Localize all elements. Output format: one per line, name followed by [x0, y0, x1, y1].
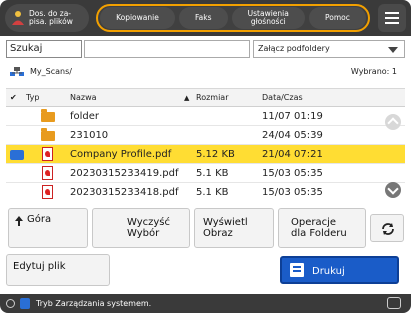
tab-volume-settings[interactable]: Ustawienia głośności [231, 7, 305, 29]
table-row[interactable]: folder 11/07 01:19 [6, 107, 405, 126]
hamburger-menu-button[interactable] [378, 4, 406, 32]
status-text: Tryb Zarządzania systemem. [36, 299, 152, 308]
top-bar: Dos. do za- pisa. plików Kopiowanie Faks… [0, 0, 411, 36]
clear-selection-label: Wyczyść Wybór [127, 217, 171, 239]
print-icon [290, 263, 304, 277]
scroll-down-button[interactable] [385, 182, 401, 198]
column-header-type[interactable]: Typ [26, 89, 39, 107]
print-button[interactable]: Drukuj [280, 256, 399, 284]
file-name: 20230315233418.pdf [70, 187, 179, 198]
network-folder-icon [10, 67, 24, 76]
selected-marker-icon [10, 150, 24, 160]
print-label: Drukuj [312, 266, 345, 277]
current-path: My_Scans/ [30, 67, 72, 76]
select-all-check-icon[interactable]: ✔ [10, 89, 17, 107]
document-user-icon [12, 11, 24, 25]
file-table: ✔ Typ Nazwa ▲ Rozmiar Data/Czas folder 1… [6, 88, 405, 200]
file-access-button[interactable]: Dos. do za- pisa. plików [5, 4, 89, 32]
table-row[interactable]: 20230315233418.pdf 5.1 KB 15/03 05:35 [6, 183, 405, 200]
folder-operations-label: Operacje dla Folderu [291, 217, 347, 239]
table-header: ✔ Typ Nazwa ▲ Rozmiar Data/Czas [6, 89, 405, 107]
edit-file-button[interactable]: Edytuj plik [6, 254, 110, 286]
tab-copy[interactable]: Kopiowanie [100, 7, 175, 29]
folder-icon [41, 109, 55, 122]
search-button[interactable]: Szukaj [6, 40, 82, 58]
selected-count: Wybrano: 1 [350, 67, 397, 76]
file-name: 231010 [70, 130, 109, 141]
file-size: 5.12 KB [196, 149, 235, 160]
up-folder-label: Góra [27, 214, 52, 225]
file-browser-screen: Dos. do za- pisa. plików Kopiowanie Faks… [0, 0, 411, 313]
file-date: 15/03 05:35 [262, 187, 323, 198]
sort-ascending-icon: ▲ [184, 94, 190, 102]
column-header-date[interactable]: Data/Czas [262, 89, 303, 107]
file-size: 5.1 KB [196, 168, 229, 179]
subfolder-select-value: Załącz podfoldery [258, 44, 330, 53]
file-date: 24/04 05:39 [262, 130, 323, 141]
file-name: 20230315233419.pdf [70, 168, 179, 179]
chevron-down-icon [388, 47, 398, 53]
scroll-up-button[interactable] [385, 114, 401, 130]
file-name: folder [70, 111, 100, 122]
menu-icon-line [385, 17, 399, 19]
refresh-button[interactable] [370, 214, 404, 242]
status-circle-icon [6, 299, 15, 308]
table-row[interactable]: 231010 24/04 05:39 [6, 126, 405, 145]
search-input[interactable] [84, 40, 250, 58]
menu-icon [385, 12, 399, 14]
column-header-size[interactable]: Rozmiar [196, 89, 229, 107]
pdf-icon [42, 166, 53, 180]
file-date: 11/07 01:19 [262, 111, 323, 122]
folder-icon [41, 128, 55, 141]
arrow-up-icon [15, 216, 23, 226]
file-access-label: Dos. do za- pisa. plików [29, 9, 73, 26]
folder-operations-button[interactable]: Operacje dla Folderu [278, 208, 366, 248]
up-folder-button[interactable]: Góra [8, 208, 88, 248]
column-header-name[interactable]: Nazwa [70, 89, 97, 107]
tab-help[interactable]: Pomoc [308, 7, 366, 29]
preview-button[interactable]: Wyświetl Obraz [194, 208, 274, 248]
file-date: 21/04 07:21 [262, 149, 323, 160]
file-size: 5.1 KB [196, 187, 229, 198]
edit-file-label: Edytuj plik [13, 261, 66, 272]
preview-label: Wyświetl Obraz [203, 217, 248, 239]
menu-icon-line [385, 22, 399, 24]
pdf-icon [42, 147, 53, 161]
subfolder-select[interactable]: Załącz podfoldery [253, 40, 405, 58]
table-row-selected[interactable]: Company Profile.pdf 5.12 KB 21/04 07:21 [6, 145, 405, 164]
clear-selection-button[interactable]: Wyczyść Wybór [92, 208, 190, 248]
top-tabs: Kopiowanie Faks Ustawienia głośności Pom… [96, 4, 370, 32]
tab-fax[interactable]: Faks [178, 7, 228, 29]
admin-badge-icon [20, 298, 30, 309]
table-row[interactable]: 20230315233419.pdf 5.1 KB 15/03 05:35 [6, 164, 405, 183]
pdf-icon [42, 185, 53, 199]
file-date: 15/03 05:35 [262, 168, 323, 179]
device-status-icon[interactable] [387, 297, 401, 309]
file-name: Company Profile.pdf [70, 149, 172, 160]
refresh-icon [382, 223, 394, 235]
status-bar: Tryb Zarządzania systemem. [0, 294, 411, 313]
path-bar: My_Scans/ Wybrano: 1 [6, 64, 405, 80]
